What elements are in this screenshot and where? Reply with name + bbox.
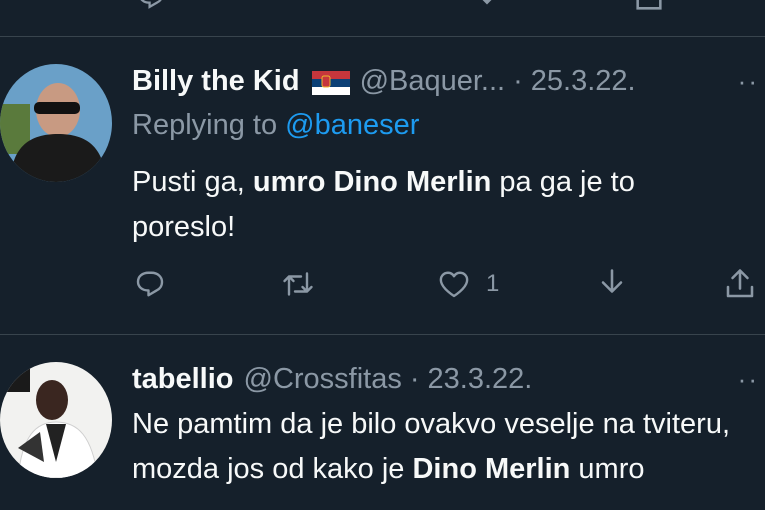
separator-dot: · — [513, 65, 523, 97]
avatar[interactable] — [0, 64, 112, 182]
more-options-icon[interactable]: ·· — [738, 364, 759, 395]
tweet-tabellio[interactable]: tabellio @Crossfitas · 23.3.22. ·· Ne pa… — [0, 334, 765, 510]
author-name[interactable]: Billy the Kid — [132, 64, 300, 98]
share-icon — [726, 269, 754, 298]
author-handle[interactable]: @Baquer... — [360, 64, 506, 98]
tweet-header: tabellio @Crossfitas · 23.3.22. — [132, 362, 532, 396]
tweet-text-start: Pusti ga, — [132, 166, 253, 198]
tweet-text-bold: Dino Merlin — [412, 453, 571, 485]
retweet-button[interactable] — [280, 264, 316, 304]
retweet-icon — [283, 272, 313, 296]
tweet-billy[interactable]: Billy the Kid @Baquer... · 25.3.22. ·· R… — [0, 36, 765, 334]
avatar[interactable] — [0, 362, 112, 478]
tweet-text-end: umro — [570, 453, 645, 485]
like-button[interactable]: 1 — [436, 264, 499, 304]
share-button[interactable] — [722, 264, 758, 304]
tweet-text: Pusti ga, umro Dino Merlin pa ga je to p… — [132, 160, 732, 250]
share-icon[interactable] — [632, 0, 666, 14]
author-name[interactable]: tabellio — [132, 362, 234, 396]
serbian-flag-icon — [311, 69, 350, 95]
like-count: 1 — [486, 270, 500, 297]
heart-icon — [439, 271, 469, 298]
tweet-actions: 1 — [132, 264, 765, 304]
tweet-text-bold: umro Dino Merlin — [252, 166, 492, 198]
previous-tweet-actions — [0, 0, 765, 14]
reply-icon — [136, 271, 164, 297]
more-options-icon[interactable]: ·· — [738, 66, 759, 97]
tweet-date[interactable]: 25.3.22. — [531, 64, 636, 98]
replying-to: Replying to @baneser — [132, 108, 419, 142]
download-button[interactable] — [594, 264, 630, 304]
replying-to-label: Replying to — [132, 109, 278, 141]
download-icon[interactable] — [470, 0, 504, 14]
author-handle[interactable]: @Crossfitas — [244, 362, 402, 396]
replying-to-handle[interactable]: @baneser — [285, 109, 419, 141]
tweet-header: Billy the Kid @Baquer... · 25.3.22. — [132, 64, 636, 98]
tweet-date[interactable]: 23.3.22. — [428, 362, 533, 396]
separator-dot: · — [409, 363, 420, 395]
tweet-text: Ne pamtim da je bilo ovakvo veselje na t… — [132, 402, 765, 492]
reply-button[interactable] — [132, 264, 168, 304]
reply-icon[interactable] — [133, 0, 169, 14]
download-icon — [601, 269, 623, 293]
